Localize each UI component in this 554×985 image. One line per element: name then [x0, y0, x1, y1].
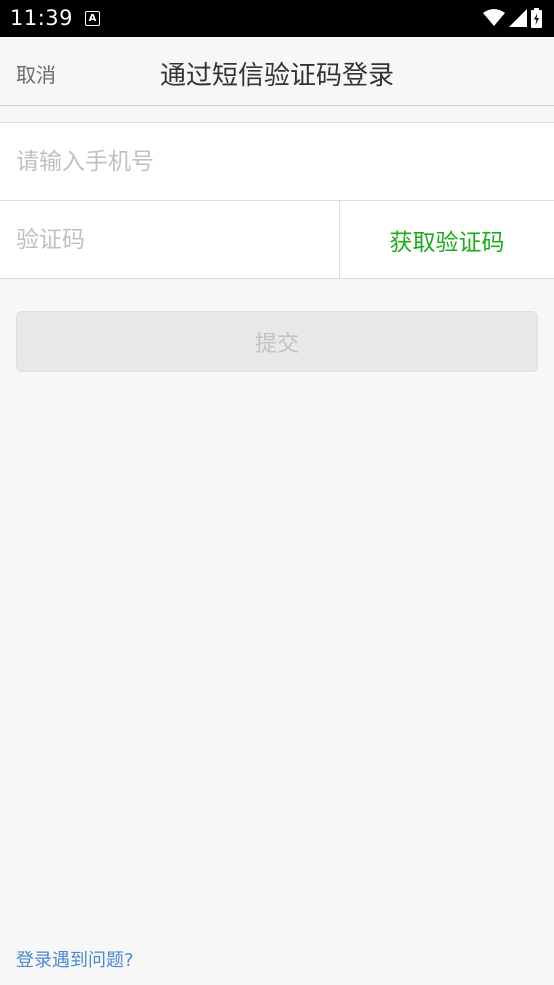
- status-icons: [483, 8, 542, 28]
- code-row: 获取验证码: [0, 201, 554, 278]
- phone-row: [0, 123, 554, 201]
- submit-button[interactable]: 提交: [16, 311, 538, 372]
- login-form: 获取验证码: [0, 122, 554, 279]
- app-notification-icon: A: [85, 11, 100, 26]
- verification-code-input[interactable]: [16, 201, 316, 278]
- wifi-icon: [483, 9, 505, 26]
- get-code-button[interactable]: 获取验证码: [339, 201, 554, 278]
- phone-input[interactable]: [16, 123, 536, 200]
- signal-icon: [509, 9, 527, 27]
- login-help-link[interactable]: 登录遇到问题?: [16, 946, 134, 972]
- page-title: 通过短信验证码登录: [159, 61, 394, 91]
- nav-bar: 取消 通过短信验证码登录: [0, 37, 554, 106]
- battery-charging-icon: [531, 8, 542, 28]
- status-bar: 11:39 A: [0, 0, 554, 37]
- status-time: 11:39: [10, 6, 74, 30]
